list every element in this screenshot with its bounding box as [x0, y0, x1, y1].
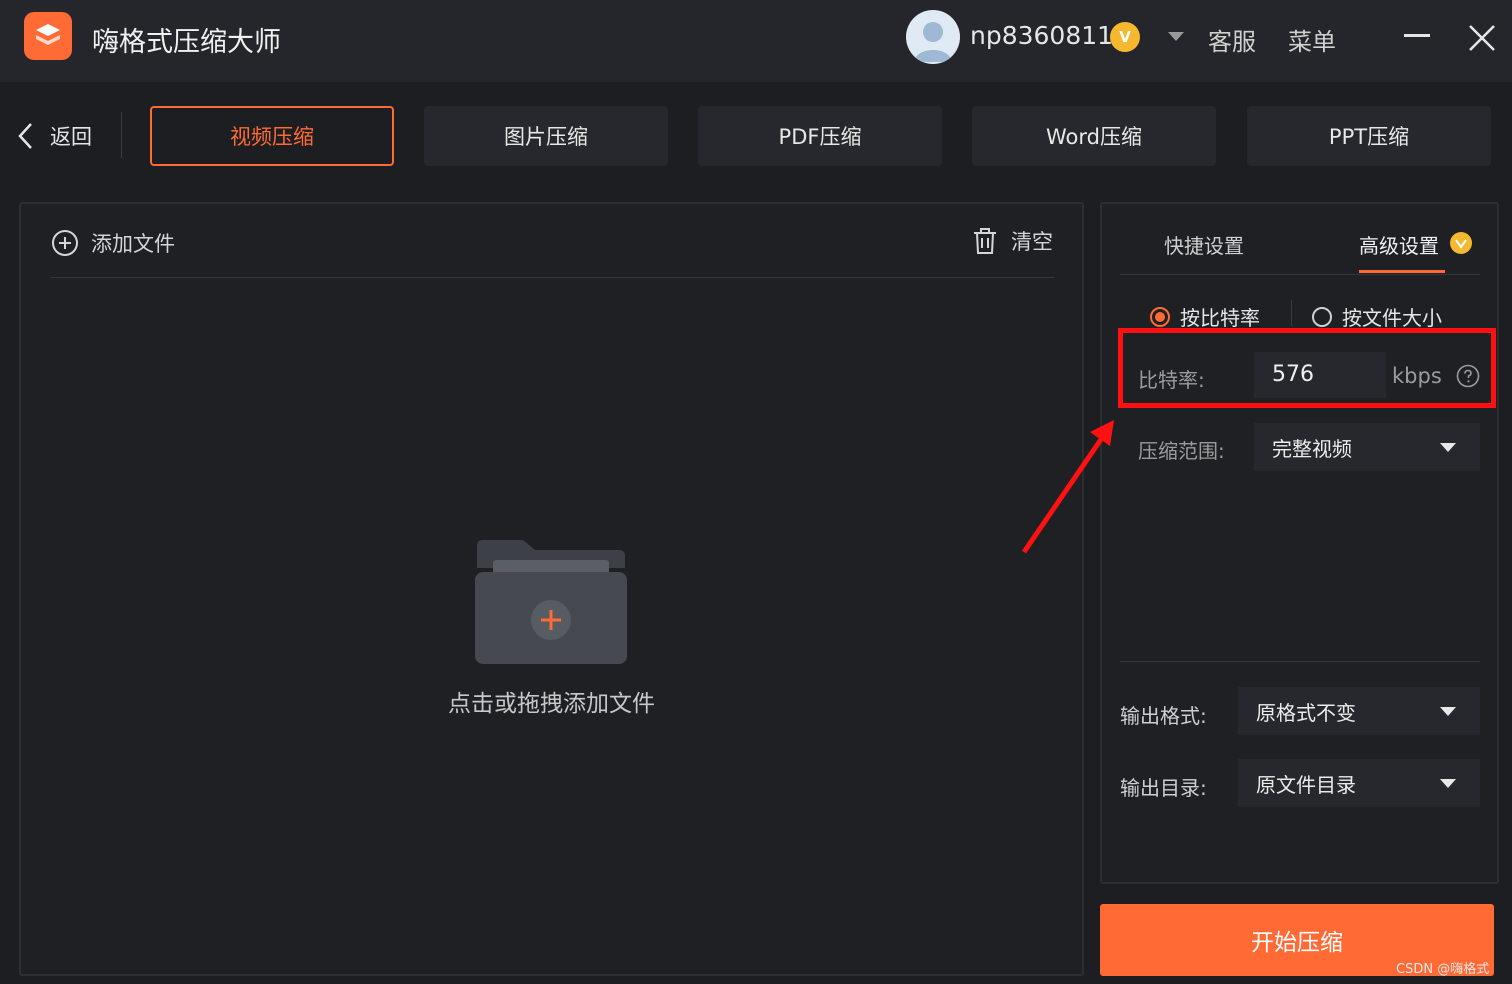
annotation-arrow-icon	[1021, 420, 1114, 554]
user-avatar[interactable]	[906, 10, 960, 64]
clear-button[interactable]: 清空	[971, 226, 1053, 256]
customer-service-button[interactable]: 客服	[1208, 22, 1256, 57]
range-select[interactable]: 完整视频	[1254, 423, 1480, 471]
tab-pdf-compress[interactable]: PDF压缩	[698, 106, 942, 166]
tab-quick-settings[interactable]: 快捷设置	[1164, 230, 1244, 259]
settings-divider	[1120, 661, 1480, 662]
file-panel-divider	[51, 277, 1054, 278]
radio-by-bitrate-label: 按比特率	[1180, 306, 1260, 330]
active-tab-indicator	[1359, 270, 1445, 273]
menu-button[interactable]: 菜单	[1288, 22, 1336, 57]
chevron-left-icon	[18, 123, 32, 149]
tab-advanced-settings[interactable]: 高级设置	[1359, 230, 1439, 259]
settings-panel: 快捷设置 高级设置 按比特率 按文件大小 比特率: 576 kbps 压缩范围:…	[1100, 202, 1499, 884]
output-dir-value: 原文件目录	[1256, 772, 1356, 797]
trash-icon	[974, 228, 996, 254]
plus-circle-icon	[52, 230, 78, 256]
add-file-button[interactable]: 添加文件	[51, 228, 175, 258]
output-format-label: 输出格式:	[1120, 704, 1207, 728]
nav-divider	[121, 112, 122, 158]
settings-tabs-divider	[1120, 274, 1480, 275]
add-file-label: 添加文件	[91, 232, 175, 256]
back-button[interactable]: 返回	[16, 116, 92, 156]
back-label: 返回	[50, 125, 92, 149]
drop-hint[interactable]: 点击或拖拽添加文件	[21, 684, 1082, 718]
close-icon[interactable]	[1462, 18, 1502, 58]
title-bar: 嗨格式压缩大师 np8360811 V 客服 菜单	[0, 0, 1512, 82]
output-format-select[interactable]: 原格式不变	[1238, 687, 1480, 735]
radio-divider	[1291, 300, 1292, 326]
radio-by-bitrate[interactable]: 按比特率	[1150, 302, 1260, 331]
minimize-icon[interactable]	[1404, 34, 1430, 37]
radio-unchecked-icon	[1312, 306, 1332, 327]
chevron-down-icon	[1440, 779, 1456, 788]
range-label: 压缩范围:	[1138, 439, 1225, 463]
tab-video-compress[interactable]: 视频压缩	[150, 106, 394, 166]
radio-by-file-size-label: 按文件大小	[1342, 306, 1442, 330]
chevron-down-icon	[1440, 443, 1456, 452]
folder-add-icon[interactable]	[473, 538, 629, 666]
tab-word-compress[interactable]: Word压缩	[972, 106, 1216, 166]
radio-by-file-size[interactable]: 按文件大小	[1312, 302, 1442, 331]
chevron-down-icon	[1440, 707, 1456, 716]
output-dir-select[interactable]: 原文件目录	[1238, 759, 1480, 807]
output-dir-label: 输出目录:	[1120, 776, 1207, 800]
tab-image-compress[interactable]: 图片压缩	[424, 106, 668, 166]
vip-coin-icon	[1450, 232, 1472, 254]
app-logo-icon	[24, 12, 72, 60]
vip-badge-icon: V	[1110, 22, 1140, 52]
file-list-panel: 添加文件 清空 点击或拖拽添加文件	[19, 202, 1084, 976]
clear-label: 清空	[1011, 230, 1053, 254]
radio-checked-icon	[1150, 306, 1170, 327]
watermark: CSDN @嗨格式	[1396, 962, 1490, 977]
tab-ppt-compress[interactable]: PPT压缩	[1247, 106, 1491, 166]
account-dropdown-icon[interactable]	[1168, 32, 1184, 41]
output-format-value: 原格式不变	[1256, 700, 1356, 725]
username[interactable]: np8360811	[970, 21, 1113, 50]
range-value: 完整视频	[1272, 436, 1352, 461]
app-title: 嗨格式压缩大师	[92, 27, 281, 58]
annotation-highlight-box	[1118, 328, 1496, 408]
